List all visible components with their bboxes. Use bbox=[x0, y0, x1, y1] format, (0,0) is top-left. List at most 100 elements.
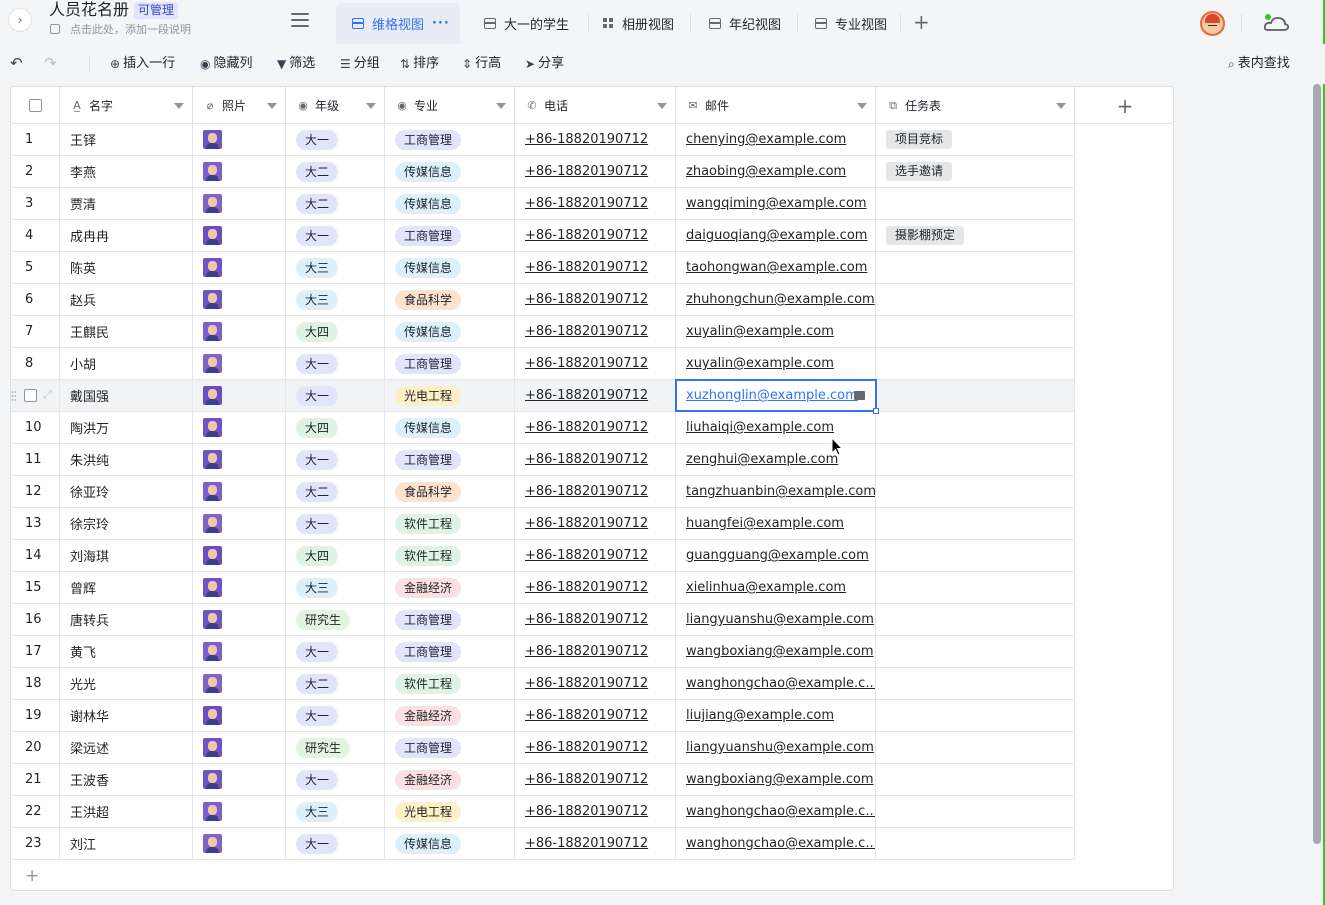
avatar-thumbnail[interactable] bbox=[203, 354, 222, 373]
table-row[interactable]: ⤢ 戴国强 大一 光电工程 +86-18820190712 xuzhonglin@exam… bbox=[11, 379, 1075, 414]
chevron-down-icon[interactable] bbox=[496, 103, 506, 109]
table-row[interactable]: 23 刘江 大一 传媒信息 +86-18820190712 wanghongchao@ex… bbox=[11, 828, 1075, 860]
grade-cell[interactable]: 大一 bbox=[286, 444, 385, 475]
email-cell[interactable]: liuhaiqi@example.com bbox=[676, 412, 876, 443]
major-cell[interactable]: 软件工程 bbox=[385, 668, 515, 699]
phone-link[interactable]: +86-18820190712 bbox=[525, 324, 648, 339]
avatar-thumbnail[interactable] bbox=[203, 162, 222, 181]
task-cell[interactable] bbox=[876, 348, 1075, 379]
phone-link[interactable]: +86-18820190712 bbox=[525, 420, 648, 435]
grade-cell[interactable]: 大一 bbox=[286, 828, 385, 859]
table-row[interactable]: 11 朱洪纯 大一 工商管理 +86-18820190712 zenghui@exampl… bbox=[11, 444, 1075, 476]
email-cell[interactable]: xuyalin@example.com bbox=[676, 348, 876, 379]
grade-cell[interactable]: 大三 bbox=[286, 252, 385, 283]
photo-cell[interactable] bbox=[193, 572, 286, 603]
photo-cell[interactable] bbox=[193, 764, 286, 795]
name-cell[interactable]: 赵兵 bbox=[60, 284, 193, 315]
name-cell[interactable]: 梁远述 bbox=[60, 732, 193, 763]
phone-cell[interactable]: +86-18820190712 bbox=[515, 540, 676, 571]
description-placeholder[interactable]: 点击此处，添加一段说明 bbox=[70, 22, 191, 38]
table-row[interactable]: 10 陶洪万 大四 传媒信息 +86-18820190712 liuhaiqi@examp… bbox=[11, 412, 1075, 444]
major-cell[interactable]: 传媒信息 bbox=[385, 252, 515, 283]
tab-major-view[interactable]: 专业视图 bbox=[815, 3, 887, 44]
email-cell[interactable]: zhaobing@example.com bbox=[676, 156, 876, 187]
avatar-thumbnail[interactable] bbox=[203, 738, 222, 757]
grade-cell[interactable]: 研究生 bbox=[286, 604, 385, 635]
phone-link[interactable]: +86-18820190712 bbox=[525, 580, 648, 595]
email-cell[interactable]: xuyalin@example.com bbox=[676, 316, 876, 347]
name-cell[interactable]: 黄飞 bbox=[60, 636, 193, 667]
photo-cell[interactable] bbox=[193, 252, 286, 283]
table-row[interactable]: 2 李燕 大二 传媒信息 +86-18820190712 zhaobing@example… bbox=[11, 156, 1075, 188]
email-link[interactable]: wangboxiang@example.com bbox=[686, 644, 874, 659]
task-cell[interactable] bbox=[876, 316, 1075, 347]
search-button[interactable]: ⌕ 表内查找 bbox=[1228, 54, 1290, 74]
major-cell[interactable]: 光电工程 bbox=[385, 796, 515, 827]
grade-cell[interactable]: 大一 bbox=[286, 380, 385, 411]
name-cell[interactable]: 徐宗玲 bbox=[60, 508, 193, 539]
phone-link[interactable]: +86-18820190712 bbox=[525, 676, 648, 691]
phone-link[interactable]: +86-18820190712 bbox=[525, 388, 648, 403]
column-header-photo[interactable]: ⌀ 照片 bbox=[193, 87, 286, 124]
email-link[interactable]: zhuhongchun@example.com bbox=[686, 292, 875, 307]
photo-cell[interactable] bbox=[193, 796, 286, 827]
phone-cell[interactable]: +86-18820190712 bbox=[515, 572, 676, 603]
email-cell[interactable]: tangzhuanbin@example.com bbox=[676, 476, 876, 507]
name-cell[interactable]: 王铎 bbox=[60, 124, 193, 155]
name-cell[interactable]: 戴国强 bbox=[60, 380, 193, 411]
email-cell[interactable]: xielinhua@example.com bbox=[676, 572, 876, 603]
photo-cell[interactable] bbox=[193, 284, 286, 315]
email-link[interactable]: liangyuanshu@example.com bbox=[686, 740, 874, 755]
table-row[interactable]: 4 成冉冉 大一 工商管理 +86-18820190712 daiguoqiang@exa… bbox=[11, 220, 1075, 252]
task-cell[interactable] bbox=[876, 188, 1075, 219]
photo-cell[interactable] bbox=[193, 188, 286, 219]
table-row[interactable]: 14 刘海琪 大四 软件工程 +86-18820190712 guangguang@exa… bbox=[11, 540, 1075, 572]
table-row[interactable]: 12 徐亚玲 大二 食品科学 +86-18820190712 tangzhuanbin@e… bbox=[11, 476, 1075, 508]
avatar-thumbnail[interactable] bbox=[203, 226, 222, 245]
column-header-grade[interactable]: ◉ 年级 bbox=[286, 87, 385, 124]
email-link[interactable]: xuzhonglin@example.com bbox=[686, 388, 858, 403]
name-cell[interactable]: 刘海琪 bbox=[60, 540, 193, 571]
grade-cell[interactable]: 大四 bbox=[286, 540, 385, 571]
major-cell[interactable]: 传媒信息 bbox=[385, 412, 515, 443]
photo-cell[interactable] bbox=[193, 220, 286, 251]
email-link[interactable]: liujiang@example.com bbox=[686, 708, 834, 723]
major-cell[interactable]: 金融经济 bbox=[385, 700, 515, 731]
email-link[interactable]: wanghongchao@example.c... bbox=[686, 676, 875, 691]
column-header-email[interactable]: ✉ 邮件 bbox=[676, 87, 876, 124]
phone-link[interactable]: +86-18820190712 bbox=[525, 548, 648, 563]
share-button[interactable]: ➤ 分享 bbox=[525, 54, 564, 74]
task-cell[interactable] bbox=[876, 636, 1075, 667]
phone-cell[interactable]: +86-18820190712 bbox=[515, 380, 676, 411]
table-row[interactable]: 5 陈英 大三 传媒信息 +86-18820190712 taohongwan@examp… bbox=[11, 252, 1075, 284]
major-cell[interactable]: 工商管理 bbox=[385, 732, 515, 763]
insert-row-button[interactable]: ⊕ 插入一行 bbox=[110, 54, 175, 74]
datasheet-title[interactable]: 人员花名册 bbox=[49, 0, 129, 20]
mail-icon[interactable] bbox=[854, 391, 865, 400]
grade-cell[interactable]: 大二 bbox=[286, 156, 385, 187]
avatar-thumbnail[interactable] bbox=[203, 674, 222, 693]
table-row[interactable]: 18 光光 大二 软件工程 +86-18820190712 wanghongchao@ex… bbox=[11, 668, 1075, 700]
avatar-thumbnail[interactable] bbox=[203, 834, 222, 853]
major-cell[interactable]: 软件工程 bbox=[385, 540, 515, 571]
major-cell[interactable]: 软件工程 bbox=[385, 508, 515, 539]
phone-cell[interactable]: +86-18820190712 bbox=[515, 732, 676, 763]
email-link[interactable]: taohongwan@example.com bbox=[686, 260, 867, 275]
avatar-thumbnail[interactable] bbox=[203, 322, 222, 341]
major-cell[interactable]: 传媒信息 bbox=[385, 188, 515, 219]
avatar-thumbnail[interactable] bbox=[203, 130, 222, 149]
phone-cell[interactable]: +86-18820190712 bbox=[515, 284, 676, 315]
photo-cell[interactable] bbox=[193, 316, 286, 347]
avatar-thumbnail[interactable] bbox=[203, 642, 222, 661]
phone-cell[interactable]: +86-18820190712 bbox=[515, 156, 676, 187]
email-link[interactable]: guangguang@example.com bbox=[686, 548, 869, 563]
drag-handle-icon[interactable] bbox=[11, 390, 16, 402]
email-link[interactable]: wanghongchao@example.c... bbox=[686, 804, 875, 819]
email-cell[interactable]: liujiang@example.com bbox=[676, 700, 876, 731]
phone-link[interactable]: +86-18820190712 bbox=[525, 804, 648, 819]
phone-cell[interactable]: +86-18820190712 bbox=[515, 124, 676, 155]
grade-cell[interactable]: 大一 bbox=[286, 700, 385, 731]
task-cell[interactable] bbox=[876, 700, 1075, 731]
email-link[interactable]: xuyalin@example.com bbox=[686, 324, 834, 339]
table-row[interactable]: 3 贾清 大二 传媒信息 +86-18820190712 wangqiming@examp… bbox=[11, 188, 1075, 220]
